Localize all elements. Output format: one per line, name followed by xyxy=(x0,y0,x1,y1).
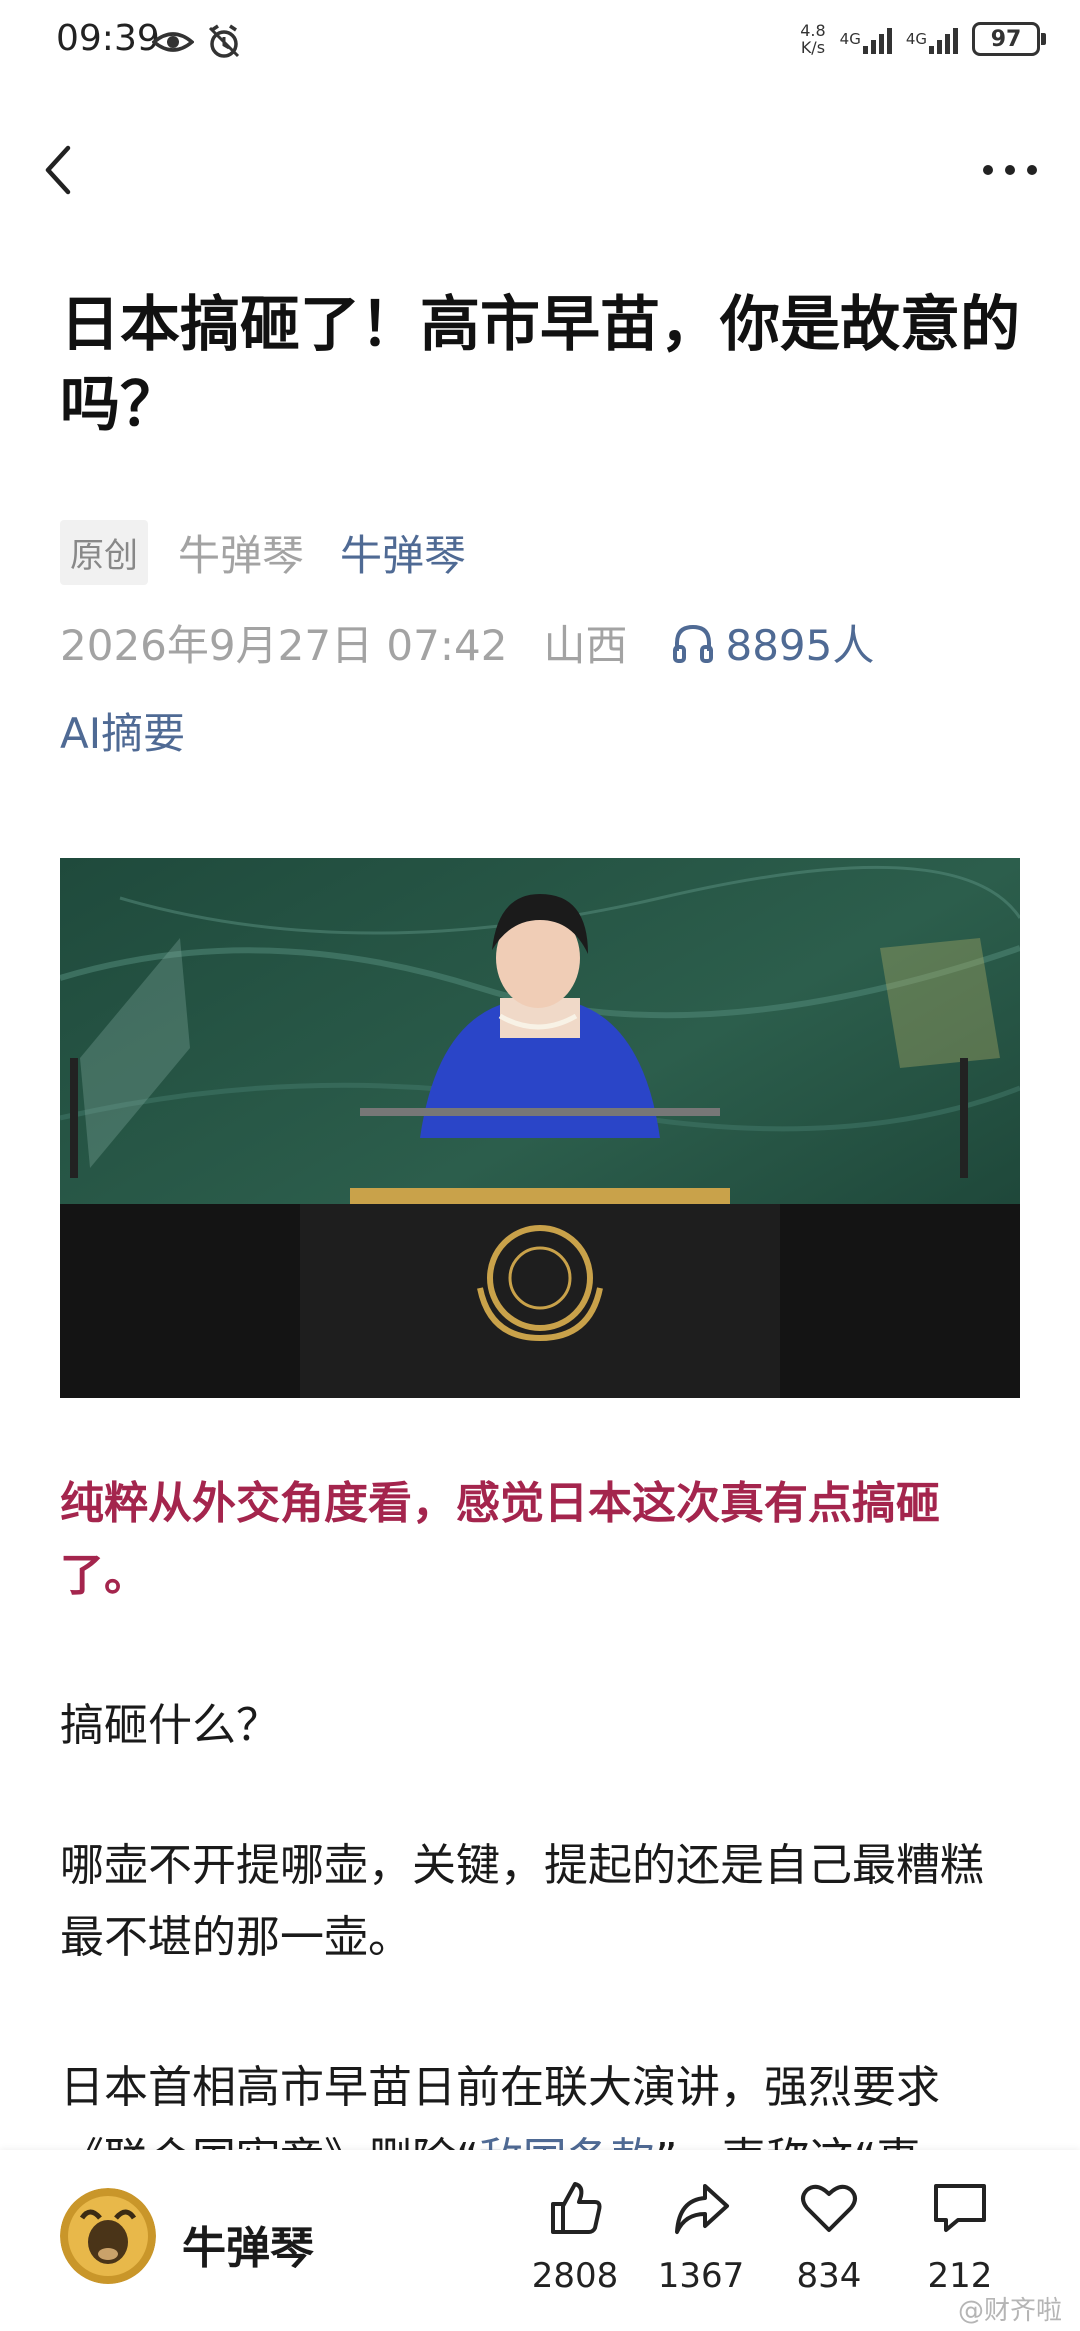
meta-author-row: 原创 牛弹琴 牛弹琴 xyxy=(60,520,466,585)
status-icons xyxy=(152,24,242,60)
status-right: 4.8 K/s 4G 4G 97 xyxy=(800,21,1046,57)
share-icon xyxy=(675,2184,729,2234)
publish-datetime: 2026年9月27日 07:42 xyxy=(60,621,508,670)
paragraph-2: 哪壶不开提哪壶，关键，提起的还是自己最糟糕最不堪的那一壶。 xyxy=(60,1840,984,1963)
paragraph-1: 搞砸什么？ xyxy=(60,1700,280,1751)
publish-location: 山西 xyxy=(543,621,628,670)
share-count: 1367 xyxy=(657,2256,745,2296)
back-icon xyxy=(45,145,71,195)
speaker-at-un-podium-image xyxy=(60,858,1020,1398)
share-button[interactable]: 1367 xyxy=(646,2178,756,2296)
bottom-action-bar: 牛弹琴 2808 1367 834 212 @财齐啦 xyxy=(0,2150,1080,2331)
signal-1: 4G xyxy=(840,24,892,54)
heart-icon xyxy=(801,2184,857,2232)
article-hero-image[interactable] xyxy=(60,858,1020,1398)
lead-paragraph: 纯粹从外交角度看，感觉日本这次真有点搞砸了。 xyxy=(60,1478,940,1601)
like-button[interactable]: 2808 xyxy=(520,2178,630,2296)
more-icon xyxy=(983,165,1037,175)
watermark: @财齐啦 xyxy=(957,2296,1062,2326)
like-count: 2808 xyxy=(531,2256,619,2296)
favorite-count: 834 xyxy=(796,2256,862,2296)
status-bar: 09:39 4.8 K/s 4G 4G 97 xyxy=(0,0,1080,90)
listener-count: 8895人 xyxy=(725,621,875,670)
eye-icon xyxy=(152,32,194,52)
battery-indicator: 97 xyxy=(972,22,1046,56)
article-title: 日本搞砸了！高市早苗，你是故意的吗？ xyxy=(60,290,1020,440)
ai-summary-link[interactable]: AI摘要 xyxy=(60,700,185,761)
status-time: 09:39 xyxy=(56,18,160,59)
more-button[interactable] xyxy=(980,150,1040,190)
headphones-icon xyxy=(673,624,714,663)
alarm-icon xyxy=(208,24,240,58)
meta-date-row: 2026年9月27日 07:42 山西 8895人 xyxy=(60,612,874,673)
bottom-author-name[interactable]: 牛弹琴 xyxy=(182,2212,314,2276)
comment-icon xyxy=(934,2184,986,2232)
author-link[interactable]: 牛弹琴 xyxy=(340,522,466,583)
bull-avatar-image xyxy=(60,2188,156,2284)
nav-bar xyxy=(0,110,1080,220)
original-badge: 原创 xyxy=(60,520,148,585)
comment-button[interactable]: 212 xyxy=(905,2178,1015,2296)
favorite-button[interactable]: 834 xyxy=(774,2178,884,2296)
listen-button[interactable]: 8895人 xyxy=(671,612,874,673)
signal-2: 4G xyxy=(906,24,958,54)
back-button[interactable] xyxy=(40,140,80,200)
avatar[interactable] xyxy=(60,2188,156,2284)
author-name-gray: 牛弹琴 xyxy=(178,531,305,580)
thumbs-up-icon xyxy=(551,2182,602,2234)
net-speed: 4.8 K/s xyxy=(800,21,826,57)
